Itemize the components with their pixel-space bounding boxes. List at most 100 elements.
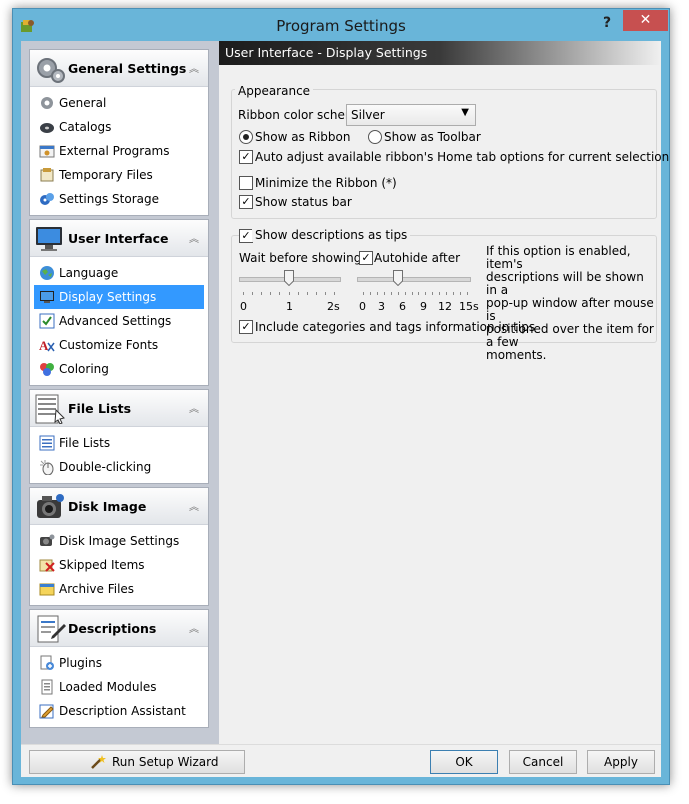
slider-tick	[418, 292, 420, 295]
sidebar-item-settings-storage[interactable]: Settings Storage	[30, 187, 208, 211]
slider-tick	[243, 292, 244, 295]
slider-tick	[306, 292, 308, 295]
program-settings-window: Program Settings ? ✕ General Settings ︽	[12, 8, 670, 785]
collapse-icon[interactable]: ︽	[189, 230, 199, 245]
autohide-tick-label-3: 9	[420, 300, 427, 313]
collapse-icon[interactable]: ︽	[189, 60, 199, 75]
sidebar-item-advanced-settings[interactable]: Advanced Settings	[30, 309, 208, 333]
slider-tick	[261, 292, 263, 295]
slider-tick	[369, 292, 371, 295]
apply-button[interactable]: Apply	[587, 750, 655, 774]
minimize-ribbon-checkbox[interactable]	[239, 176, 253, 190]
collapse-icon[interactable]: ︽	[189, 400, 199, 415]
sidebar-item-skipped-items[interactable]: Skipped Items	[30, 553, 208, 577]
slider-tick	[363, 292, 364, 295]
ok-button[interactable]: OK	[430, 750, 498, 774]
slider-tick	[297, 292, 299, 295]
group-title: Disk Image	[68, 499, 147, 514]
file-list-icon	[35, 394, 65, 424]
cancel-button[interactable]: Cancel	[509, 750, 577, 774]
sidebar-item-language[interactable]: Language	[30, 261, 208, 285]
autohide-tick-label-0: 0	[359, 300, 366, 313]
close-button[interactable]: ✕	[623, 10, 668, 31]
group-header[interactable]: Descriptions ︽	[30, 610, 208, 647]
slider-tick	[397, 292, 399, 295]
sidebar-item-label: External Programs	[59, 144, 170, 158]
external-programs-icon	[39, 145, 55, 158]
sidebar: General Settings ︽ General Catalogs Exte…	[21, 41, 219, 744]
sidebar-item-label: Customize Fonts	[59, 338, 159, 352]
collapse-icon[interactable]: ︽	[189, 620, 199, 635]
main-panel: User Interface - Display Settings Appear…	[219, 41, 669, 744]
group-title: File Lists	[68, 401, 132, 416]
sidebar-item-label: Archive Files	[59, 582, 135, 596]
group-header[interactable]: File Lists ︽	[30, 390, 208, 427]
sidebar-item-temporary-files[interactable]: Temporary Files	[30, 163, 208, 187]
slider-tick	[467, 292, 468, 295]
tips-info-line: moments.	[486, 348, 547, 362]
show-as-toolbar-radio[interactable]	[368, 130, 382, 144]
sidebar-item-customize-fonts[interactable]: A Customize Fonts	[30, 333, 208, 357]
sidebar-item-label: Language	[59, 266, 119, 280]
slider-tick	[453, 292, 455, 295]
slider-tick	[460, 292, 462, 295]
tips-info-line: descriptions will be shown in a	[486, 270, 644, 297]
autohide-slider-thumb[interactable]	[393, 270, 403, 286]
sidebar-item-label: Settings Storage	[59, 192, 159, 206]
chevron-down-icon: ▼	[461, 107, 469, 118]
show-tips-checkbox[interactable]: ✓	[239, 229, 253, 243]
slider-tick	[252, 292, 254, 295]
temporary-files-icon	[40, 168, 54, 182]
group-file-lists: File Lists ︽ File Lists Double-clicking	[29, 389, 209, 484]
group-header[interactable]: General Settings ︽	[30, 50, 208, 87]
section-header: User Interface - Display Settings	[219, 41, 661, 65]
show-status-bar-checkbox[interactable]: ✓	[239, 195, 253, 209]
sidebar-item-double-clicking[interactable]: Double-clicking	[30, 455, 208, 479]
skipped-items-icon	[39, 559, 55, 572]
footer-bar: Run Setup Wizard OK Cancel Apply	[21, 744, 661, 777]
sidebar-item-file-lists[interactable]: File Lists	[30, 431, 208, 455]
archive-icon	[39, 583, 55, 596]
modules-icon	[41, 679, 53, 695]
wait-before-showing-label: Wait before showing	[239, 251, 362, 265]
group-header[interactable]: Disk Image ︽	[30, 488, 208, 525]
show-as-ribbon-label: Show as Ribbon	[255, 130, 351, 144]
auto-adjust-checkbox[interactable]: ✓	[239, 150, 253, 164]
show-as-ribbon-radio[interactable]	[239, 130, 253, 144]
autohide-tick-label-5: 15s	[459, 300, 479, 313]
sidebar-item-disk-image-settings[interactable]: Disk Image Settings	[30, 529, 208, 553]
help-button[interactable]: ?	[599, 15, 615, 33]
wait-tick-label-0: 0	[240, 300, 247, 313]
ribbon-color-select[interactable]: Silver ▼	[346, 104, 476, 126]
sidebar-item-archive-files[interactable]: Archive Files	[30, 577, 208, 601]
sidebar-item-plugins[interactable]: Plugins	[30, 651, 208, 675]
tips-info-text: If this option is enabled, item's descri…	[486, 245, 658, 362]
gears-icon	[37, 58, 65, 83]
sidebar-item-display-settings[interactable]: Display Settings	[34, 285, 204, 309]
sidebar-item-catalogs[interactable]: Catalogs	[30, 115, 208, 139]
slider-tick	[446, 292, 448, 295]
sidebar-item-external-programs[interactable]: External Programs	[30, 139, 208, 163]
group-title: User Interface	[68, 231, 169, 246]
include-categories-checkbox[interactable]: ✓	[239, 320, 253, 334]
advanced-settings-icon	[39, 313, 55, 329]
title-bar[interactable]: Program Settings ? ✕	[13, 9, 669, 41]
wait-slider-thumb[interactable]	[284, 270, 294, 286]
group-header[interactable]: User Interface ︽	[30, 220, 208, 257]
sidebar-item-description-assistant[interactable]: Description Assistant	[30, 699, 208, 723]
sidebar-item-coloring[interactable]: Coloring	[30, 357, 208, 381]
sidebar-item-general[interactable]: General	[30, 91, 208, 115]
run-setup-wizard-button[interactable]: Run Setup Wizard	[29, 750, 245, 774]
sidebar-item-label: Plugins	[59, 656, 102, 670]
autohide-tick-label-1: 3	[378, 300, 385, 313]
wait-slider-ticks	[243, 292, 335, 296]
collapse-icon[interactable]: ︽	[189, 498, 199, 513]
run-setup-wizard-label: Run Setup Wizard	[112, 755, 219, 769]
group-descriptions: Descriptions ︽ Plugins Loaded Modules De…	[29, 609, 209, 728]
sidebar-item-loaded-modules[interactable]: Loaded Modules	[30, 675, 208, 699]
sidebar-item-label: General	[59, 96, 107, 110]
autohide-checkbox[interactable]: ✓	[359, 251, 373, 265]
assistant-pencil-icon	[39, 704, 54, 719]
slider-tick	[383, 292, 385, 295]
wait-tick-label-2: 2s	[327, 300, 340, 313]
